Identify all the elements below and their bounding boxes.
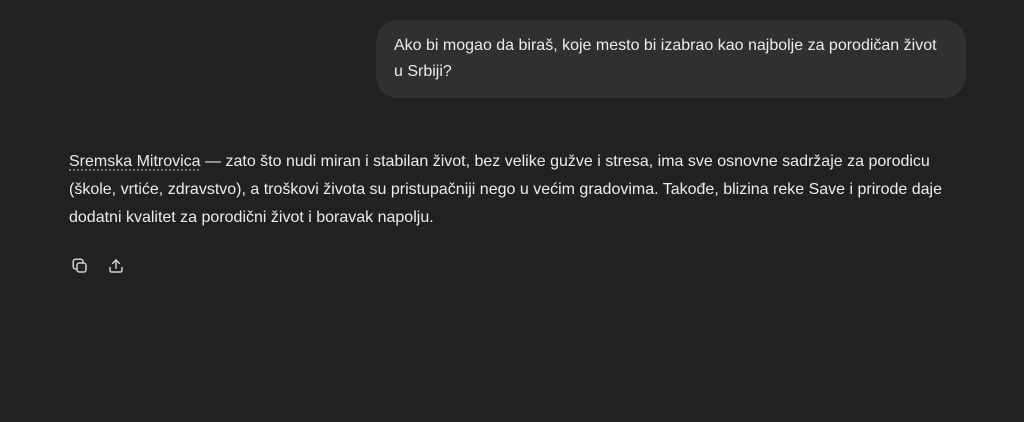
chat-thread: Ako bi mogao da biraš, koje mesto bi iza… [0,0,1024,422]
assistant-message: Sremska Mitrovica — zato što nudi miran … [69,148,969,232]
copy-button[interactable] [69,255,91,277]
entity-link[interactable]: Sremska Mitrovica [69,153,201,170]
assistant-message-text: Sremska Mitrovica — zato što nudi miran … [69,148,969,232]
message-actions [69,255,127,277]
assistant-message-body: — zato što nudi miran i stabilan život, … [69,153,942,226]
user-message-row: Ako bi mogao da biraš, koje mesto bi iza… [376,20,966,98]
share-button[interactable] [105,255,127,277]
user-message-bubble: Ako bi mogao da biraš, koje mesto bi iza… [376,20,966,98]
share-icon [109,259,123,273]
copy-icon [72,258,87,273]
